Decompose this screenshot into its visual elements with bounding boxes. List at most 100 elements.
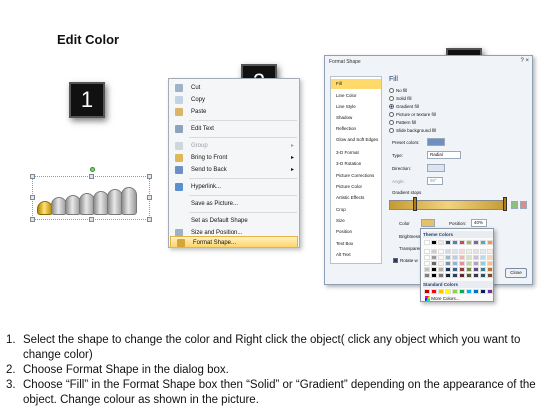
category-3d-rotation[interactable]: 3-D Rotation [331, 159, 381, 169]
color-swatch[interactable] [473, 249, 479, 254]
resize-handle[interactable] [30, 195, 35, 200]
color-swatch[interactable] [431, 267, 437, 272]
color-swatch[interactable] [459, 240, 465, 245]
color-swatch[interactable] [438, 273, 444, 278]
remove-stop-icon[interactable] [520, 201, 527, 209]
preset-colors-dropdown[interactable] [427, 138, 445, 146]
color-swatch[interactable] [424, 289, 430, 294]
category-picture-corrections[interactable]: Picture Corrections [331, 171, 381, 181]
menu-item-bring-to-front[interactable]: Bring to Front ▸ [169, 152, 299, 164]
color-swatch[interactable] [459, 261, 465, 266]
color-swatch[interactable] [424, 273, 430, 278]
color-swatch[interactable] [424, 261, 430, 266]
resize-handle[interactable] [147, 217, 152, 222]
color-swatch[interactable] [431, 240, 437, 245]
direction-dropdown[interactable] [427, 164, 445, 172]
category-alt-text[interactable]: Alt Text [331, 250, 381, 260]
resize-handle[interactable] [147, 195, 152, 200]
color-swatch[interactable] [445, 255, 451, 260]
color-swatch[interactable] [438, 249, 444, 254]
category-shadow[interactable]: Shadow [331, 113, 381, 123]
color-swatch[interactable] [480, 240, 486, 245]
radio-gradient-fill[interactable]: Gradient fill [389, 104, 419, 110]
color-swatch[interactable] [452, 255, 458, 260]
color-swatch[interactable] [445, 289, 451, 294]
resize-handle[interactable] [147, 174, 152, 179]
radio-solid-fill[interactable]: Solid fill [389, 96, 412, 102]
color-swatch[interactable] [445, 240, 451, 245]
menu-item-cut[interactable]: Cut [169, 82, 299, 94]
radio-picture-fill[interactable]: Picture or texture fill [389, 112, 436, 118]
type-dropdown[interactable]: Radial [427, 151, 461, 159]
category-picture-color[interactable]: Picture Color [331, 182, 381, 192]
color-swatch[interactable] [473, 289, 479, 294]
menu-item-format-shape[interactable]: Format Shape... [170, 236, 298, 248]
color-swatch[interactable] [480, 267, 486, 272]
color-swatch[interactable] [452, 240, 458, 245]
color-swatch[interactable] [452, 249, 458, 254]
radio-no-fill[interactable]: No fill [389, 88, 407, 94]
color-swatch[interactable] [466, 289, 472, 294]
color-swatch[interactable] [480, 255, 486, 260]
category-line-color[interactable]: Line Color [331, 91, 381, 101]
dialog-window-buttons[interactable]: ? × [520, 58, 529, 64]
menu-item-set-default-shape[interactable]: Set as Default Shape [169, 215, 299, 227]
category-fill[interactable]: Fill [331, 79, 381, 89]
color-swatch[interactable] [487, 289, 493, 294]
resize-handle[interactable] [30, 174, 35, 179]
color-swatch[interactable] [452, 273, 458, 278]
category-size[interactable]: Size [331, 216, 381, 226]
color-swatch[interactable] [452, 261, 458, 266]
selected-shape-group[interactable] [30, 167, 152, 222]
category-text-box[interactable]: Text Box [331, 239, 381, 249]
angle-input[interactable]: 90° [427, 177, 443, 185]
category-3d-format[interactable]: 3-D Format [331, 148, 381, 158]
color-swatch[interactable] [431, 273, 437, 278]
color-swatch[interactable] [487, 261, 493, 266]
color-swatch[interactable] [480, 289, 486, 294]
color-swatch[interactable] [445, 261, 451, 266]
color-swatch[interactable] [438, 289, 444, 294]
color-swatch[interactable] [459, 249, 465, 254]
color-swatch[interactable] [438, 255, 444, 260]
color-swatch[interactable] [431, 261, 437, 266]
menu-item-paste[interactable]: Paste [169, 106, 299, 118]
category-artistic-effects[interactable]: Artistic Effects [331, 193, 381, 203]
rotate-with-shape-checkbox[interactable]: Rotate w [393, 258, 418, 264]
resize-handle[interactable] [30, 217, 35, 222]
color-swatch[interactable] [487, 273, 493, 278]
category-reflection[interactable]: Reflection [331, 124, 381, 134]
color-swatch[interactable] [445, 267, 451, 272]
add-stop-icon[interactable] [511, 201, 518, 209]
color-swatch[interactable] [487, 267, 493, 272]
radio-pattern-fill[interactable]: Pattern fill [389, 120, 416, 126]
color-swatch[interactable] [452, 267, 458, 272]
color-swatch[interactable] [431, 249, 437, 254]
color-swatch[interactable] [473, 240, 479, 245]
color-picker-button[interactable] [421, 219, 435, 227]
color-swatch[interactable] [466, 249, 472, 254]
category-line-style[interactable]: Line Style [331, 102, 381, 112]
color-swatch[interactable] [466, 240, 472, 245]
color-swatch[interactable] [459, 255, 465, 260]
color-swatch[interactable] [445, 273, 451, 278]
menu-item-hyperlink[interactable]: Hyperlink... [169, 181, 299, 193]
color-swatch[interactable] [473, 255, 479, 260]
position-input[interactable]: 40% [471, 219, 487, 227]
color-swatch[interactable] [438, 267, 444, 272]
color-swatch[interactable] [480, 273, 486, 278]
more-colors-option[interactable]: More Colors... [425, 296, 460, 302]
color-swatch[interactable] [466, 255, 472, 260]
category-glow[interactable]: Glow and Soft Edges [331, 135, 381, 145]
color-swatch[interactable] [431, 289, 437, 294]
gradient-stops-bar[interactable] [389, 200, 507, 210]
color-swatch[interactable] [473, 267, 479, 272]
close-button[interactable]: Close [505, 268, 527, 278]
menu-item-save-as-picture[interactable]: Save as Picture... [169, 198, 299, 210]
color-swatch[interactable] [487, 255, 493, 260]
color-swatch[interactable] [466, 273, 472, 278]
color-swatch[interactable] [473, 273, 479, 278]
color-swatch[interactable] [424, 255, 430, 260]
color-swatch[interactable] [466, 261, 472, 266]
resize-handle[interactable] [89, 174, 94, 179]
